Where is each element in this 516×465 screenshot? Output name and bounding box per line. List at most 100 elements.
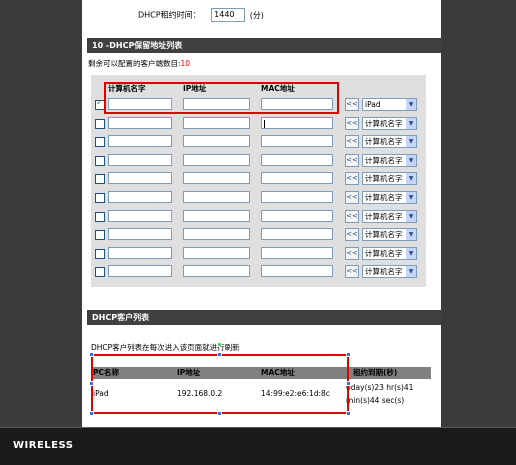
copy-button[interactable]: << <box>345 191 359 204</box>
mac-address-input[interactable] <box>261 209 333 222</box>
reservation-row: << 计算机名字 ▼ <box>91 135 426 150</box>
reservation-row: << 计算机名字 ▼ <box>91 246 426 262</box>
client-select-value: 计算机名字 <box>365 230 403 240</box>
reservation-row: << 计算机名字 ▼ <box>91 209 426 225</box>
mac-address-input[interactable] <box>261 191 333 203</box>
mac-address-input[interactable] <box>261 116 333 129</box>
reservation-row: << 计算机名字 ▼ <box>91 228 426 243</box>
row-checkbox[interactable] <box>95 267 105 278</box>
chevron-down-icon[interactable]: ▼ <box>406 173 416 185</box>
selection-handle[interactable] <box>346 352 351 357</box>
ip-address-input[interactable] <box>183 116 250 129</box>
copy-button[interactable]: << <box>345 116 359 130</box>
client-select-value: iPad <box>365 100 381 109</box>
chevron-down-icon[interactable]: ▼ <box>406 266 416 278</box>
rotate-handle[interactable] <box>217 342 222 347</box>
chevron-down-icon[interactable]: ▼ <box>406 210 416 222</box>
row-checkbox[interactable] <box>95 137 105 148</box>
mac-address-input[interactable] <box>261 135 333 148</box>
row-checkbox[interactable] <box>95 118 105 129</box>
text-cursor <box>264 119 265 128</box>
client-select[interactable]: iPad ▼ <box>362 98 417 111</box>
reservation-row: << 计算机名字 ▼ <box>91 153 426 169</box>
ip-address-input[interactable] <box>183 209 250 222</box>
copy-button[interactable]: << <box>345 265 359 279</box>
copy-button[interactable]: << <box>345 153 359 167</box>
row-checkbox[interactable] <box>95 174 105 185</box>
client-select-value: 计算机名字 <box>365 174 403 184</box>
reservation-row: << 计算机名字 ▼ <box>91 191 426 206</box>
computer-name-input[interactable] <box>108 209 172 222</box>
remaining-count: 10 <box>180 59 191 68</box>
computer-name-input[interactable] <box>108 191 172 203</box>
ip-address-input[interactable] <box>183 172 250 185</box>
mac-address-input[interactable] <box>261 228 333 241</box>
client-select-value: 计算机名字 <box>365 248 403 258</box>
dhcp-lease-label: DHCP租约时间： <box>138 10 201 20</box>
computer-name-input[interactable] <box>108 116 172 129</box>
copy-button[interactable]: << <box>345 209 359 223</box>
client-select[interactable]: 计算机名字 ▼ <box>362 153 417 167</box>
chevron-down-icon[interactable]: ▼ <box>406 229 416 241</box>
computer-name-input[interactable] <box>108 153 172 166</box>
ip-address-input[interactable] <box>183 246 250 259</box>
remaining-label: 剩余可以配置的客户端数目: <box>88 59 181 68</box>
chevron-down-icon[interactable]: ▼ <box>406 99 416 110</box>
chevron-down-icon[interactable]: ▼ <box>406 247 416 259</box>
reservation-section-header: 10 -DHCP保留地址列表 <box>87 38 442 53</box>
chevron-down-icon[interactable]: ▼ <box>406 192 416 203</box>
ip-address-input[interactable] <box>183 265 250 278</box>
selection-handle[interactable] <box>217 352 222 357</box>
client-select[interactable]: 计算机名字 ▼ <box>362 209 417 223</box>
copy-button[interactable]: << <box>345 228 359 242</box>
mac-address-input[interactable] <box>261 246 333 259</box>
mac-address-input[interactable] <box>261 153 333 166</box>
selection-handle[interactable] <box>346 381 351 386</box>
chevron-down-icon[interactable]: ▼ <box>406 136 416 148</box>
selection-handle[interactable] <box>346 411 351 416</box>
copy-button[interactable]: << <box>345 98 359 111</box>
reservation-row: << 计算机名字 ▼ <box>91 265 426 280</box>
mac-address-input[interactable] <box>261 265 333 278</box>
dhcp-lease-input[interactable]: 1440 <box>211 8 246 22</box>
highlight-box-reservation-columns <box>104 82 339 114</box>
client-select[interactable]: 计算机名字 ▼ <box>362 116 417 130</box>
copy-button[interactable]: << <box>345 135 359 149</box>
row-checkbox[interactable] <box>95 230 105 241</box>
chevron-down-icon[interactable]: ▼ <box>406 154 416 166</box>
ip-address-input[interactable] <box>183 191 250 203</box>
ip-address-input[interactable] <box>183 135 250 148</box>
mac-address-input[interactable] <box>261 172 333 185</box>
reservation-row: << 计算机名字 ▼ <box>91 116 426 132</box>
client-select[interactable]: 计算机名字 ▼ <box>362 172 417 186</box>
remaining-clients: 剩余可以配置的客户端数目:10 <box>88 58 190 69</box>
computer-name-input[interactable] <box>108 228 172 241</box>
row-checkbox[interactable] <box>95 193 105 203</box>
client-select[interactable]: 计算机名字 ▼ <box>362 135 417 149</box>
computer-name-input[interactable] <box>108 172 172 185</box>
client-select[interactable]: 计算机名字 ▼ <box>362 246 417 260</box>
client-expire-line2: min(s)44 sec(s) <box>346 396 405 405</box>
computer-name-input[interactable] <box>108 265 172 278</box>
ip-address-input[interactable] <box>183 153 250 166</box>
row-checkbox[interactable] <box>95 155 105 166</box>
selection-handle[interactable] <box>217 411 222 416</box>
computer-name-input[interactable] <box>108 135 172 148</box>
chevron-down-icon[interactable]: ▼ <box>406 117 416 129</box>
client-select[interactable]: 计算机名字 ▼ <box>362 228 417 242</box>
computer-name-input[interactable] <box>108 246 172 259</box>
selection-handle[interactable] <box>89 411 94 416</box>
row-checkbox[interactable] <box>95 211 105 222</box>
client-select-value: 计算机名字 <box>365 211 403 221</box>
copy-button[interactable]: << <box>345 172 359 186</box>
ip-address-input[interactable] <box>183 228 250 241</box>
client-expire-line1: 0day(s)23 hr(s)41 <box>346 383 414 392</box>
selection-handle[interactable] <box>89 381 94 386</box>
highlight-box-client-table <box>89 342 351 416</box>
client-select[interactable]: 计算机名字 ▼ <box>362 265 417 279</box>
client-section-header: DHCP客户列表 <box>87 310 442 325</box>
selection-handle[interactable] <box>89 352 94 357</box>
copy-button[interactable]: << <box>345 246 359 260</box>
row-checkbox[interactable] <box>95 248 105 259</box>
client-select[interactable]: 计算机名字 ▼ <box>362 191 417 204</box>
